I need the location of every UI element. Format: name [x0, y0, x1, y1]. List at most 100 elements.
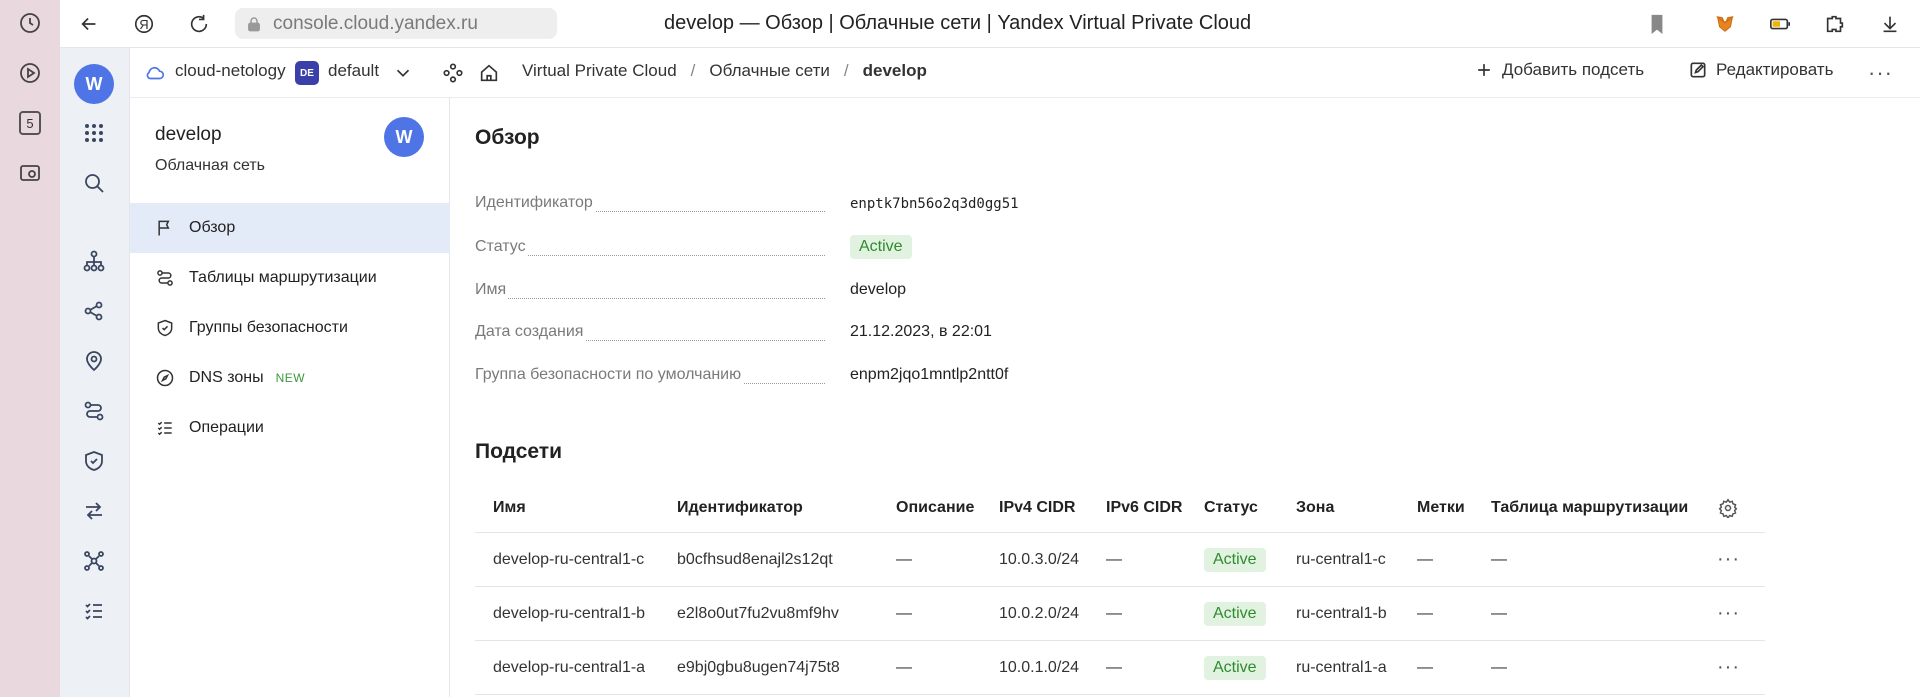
page-title: develop — Обзор | Облачные сети | Yandex… [664, 12, 1252, 34]
play-icon[interactable] [16, 59, 44, 87]
breadcrumb-vpc[interactable]: Virtual Private Cloud [522, 61, 677, 81]
menu-item-overview[interactable]: Обзор [130, 203, 450, 253]
more-actions-button[interactable]: ··· [1868, 60, 1893, 86]
field-key: Группа безопасности по умолчанию [475, 366, 744, 384]
main-content: Обзор Идентификатор enptk7bn56o2q3d0gg51… [450, 98, 1920, 697]
field-key: Имя [475, 281, 509, 299]
add-subnet-button[interactable]: Добавить подсеть [1474, 60, 1644, 80]
menu-item-dns-zones[interactable]: DNS зоны NEW [130, 353, 450, 403]
yandex-icon[interactable]: Я [130, 10, 158, 38]
cell-name[interactable]: develop-ru-central1-a [493, 641, 645, 694]
download-icon[interactable] [1875, 10, 1905, 38]
table-row[interactable]: develop-ru-central1-a e9bj0gbu8ugen74j75… [475, 641, 1765, 695]
cell-route-table: — [1491, 604, 1507, 622]
cell-status: Active [1204, 587, 1266, 640]
column-header[interactable]: IPv4 CIDR [999, 483, 1075, 532]
breadcrumb-cloud-networks[interactable]: Облачные сети [709, 61, 830, 81]
menu-item-operations[interactable]: Операции [130, 403, 450, 453]
services-grid-icon[interactable] [81, 120, 107, 146]
column-header[interactable]: Зона [1296, 483, 1334, 532]
network-icon[interactable] [81, 248, 107, 274]
field-value: 21.12.2023, в 22:01 [850, 323, 992, 340]
folder-name[interactable]: default [328, 61, 379, 81]
browser-toolbar: Я console.cloud.yandex.ru develop — Обзо… [60, 0, 1920, 48]
service-logo[interactable]: W [384, 117, 424, 157]
service-switch-icon[interactable] [442, 62, 464, 84]
console-rail: W [60, 48, 130, 697]
column-header[interactable]: Таблица маршрутизации [1491, 483, 1688, 532]
edit-button[interactable]: Редактировать [1688, 60, 1833, 80]
screenshot-icon[interactable] [16, 159, 44, 187]
history-icon[interactable] [16, 9, 44, 37]
row-actions-button[interactable]: ··· [1717, 641, 1740, 694]
location-pin-icon[interactable] [81, 348, 107, 374]
table-header: Имя Идентификатор Описание IPv4 CIDR IPv… [475, 483, 1765, 533]
status-badge: Active [1204, 547, 1266, 572]
plus-icon [1478, 64, 1490, 76]
field-value[interactable]: enpm2jqo1mntlp2ntt0f [850, 366, 1008, 384]
column-header[interactable]: Статус [1204, 483, 1258, 532]
cell-labels: — [1417, 550, 1433, 568]
overview-title: Обзор [475, 126, 540, 149]
row-actions-button[interactable]: ··· [1717, 533, 1740, 586]
field-created: Дата создания 21.12.2023, в 22:01 [475, 323, 1035, 347]
search-icon[interactable] [81, 170, 107, 196]
cell-status: Active [1204, 641, 1266, 694]
folder-badge: DE [295, 61, 319, 85]
column-header[interactable]: Метки [1417, 483, 1465, 532]
console-logo[interactable]: W [74, 64, 114, 104]
transfer-arrows-icon[interactable] [81, 498, 107, 524]
bookmark-icon[interactable] [1642, 10, 1672, 38]
shield-icon[interactable] [81, 448, 107, 474]
cell-ipv6: — [1106, 604, 1122, 622]
menu-item-label: DNS зоны [189, 369, 264, 386]
cloud-name[interactable]: cloud-netology [175, 61, 286, 81]
menu-item-security-groups[interactable]: Группы безопасности [130, 303, 450, 353]
table-row[interactable]: develop-ru-central1-b e2l8o0ut7fu2vu8mf9… [475, 587, 1765, 641]
cell-labels: — [1417, 658, 1433, 676]
nodes-icon[interactable] [81, 548, 107, 574]
menu-item-route-tables[interactable]: Таблицы маршрутизации [130, 253, 450, 303]
metamask-fox-icon[interactable] [1710, 10, 1740, 38]
field-status: Статус Active [475, 235, 1035, 262]
column-header[interactable]: Имя [493, 483, 526, 532]
breadcrumb-current: develop [862, 61, 927, 80]
field-default-security-group: Группа безопасности по умолчанию enpm2jq… [475, 366, 1035, 390]
operations-list-icon[interactable] [81, 598, 107, 624]
edit-icon [1690, 62, 1706, 78]
home-icon[interactable] [478, 62, 500, 84]
cell-id: b0cfhsud8enajl2s12qt [677, 550, 833, 568]
edit-label: Редактировать [1716, 60, 1834, 79]
cell-name[interactable]: develop-ru-central1-c [493, 533, 644, 586]
share-nodes-icon[interactable] [81, 298, 107, 324]
shield-icon [157, 319, 173, 337]
reload-icon[interactable] [185, 10, 213, 38]
menu-item-label: Группы безопасности [189, 319, 348, 336]
cloud-icon [144, 62, 166, 84]
cell-description: — [896, 550, 912, 568]
address-bar[interactable]: console.cloud.yandex.ru [235, 8, 557, 39]
cell-status: Active [1204, 533, 1266, 586]
field-value: Active [850, 235, 912, 259]
gear-icon[interactable] [1718, 483, 1738, 532]
table-row[interactable]: develop-ru-central1-c b0cfhsud8enajl2s12… [475, 533, 1765, 587]
breadcrumb: Virtual Private Cloud / Облачные сети / … [522, 61, 927, 81]
status-badge: Active [1204, 601, 1266, 626]
row-actions-button[interactable]: ··· [1717, 587, 1740, 640]
cell-name[interactable]: develop-ru-central1-b [493, 587, 645, 640]
tab-counter-icon[interactable]: 5 [16, 109, 44, 137]
field-value: enptk7bn56o2q3d0gg51 [850, 196, 1019, 212]
extensions-icon[interactable] [1820, 10, 1850, 38]
field-id: Идентификатор enptk7bn56o2q3d0gg51 [475, 194, 1035, 218]
battery-icon[interactable] [1765, 10, 1795, 38]
add-subnet-label: Добавить подсеть [1502, 60, 1645, 79]
back-icon[interactable] [75, 10, 103, 38]
chevron-down-icon[interactable] [392, 62, 414, 84]
cell-ipv4: 10.0.1.0/24 [999, 658, 1080, 676]
route-icon[interactable] [81, 398, 107, 424]
menu-item-label: Обзор [189, 219, 236, 236]
column-header[interactable]: Описание [896, 483, 974, 532]
column-header[interactable]: IPv6 CIDR [1106, 483, 1182, 532]
column-header[interactable]: Идентификатор [677, 483, 803, 532]
cell-id: e2l8o0ut7fu2vu8mf9hv [677, 604, 839, 622]
